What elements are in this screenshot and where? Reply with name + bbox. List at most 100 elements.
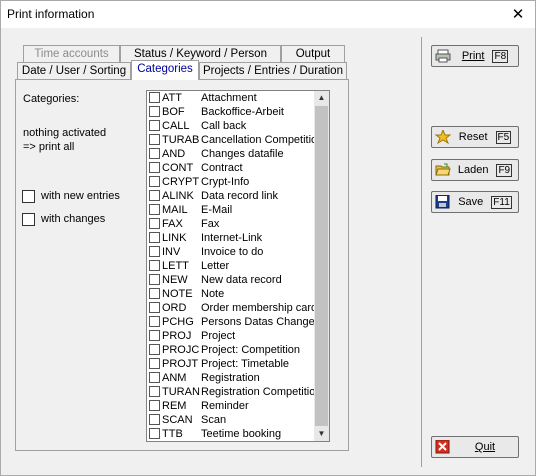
category-checkbox[interactable] xyxy=(149,134,160,145)
scroll-up-icon[interactable]: ▲ xyxy=(314,91,329,105)
category-checkbox[interactable] xyxy=(149,246,160,257)
category-row[interactable]: ALINK Data record link xyxy=(147,189,314,203)
category-description: Attachment xyxy=(201,92,257,104)
category-description: Registration xyxy=(201,372,260,384)
category-row[interactable]: PROJT Project: Timetable xyxy=(147,357,314,371)
category-description: Scan xyxy=(201,414,227,426)
category-checkbox[interactable] xyxy=(149,302,160,313)
category-row[interactable]: ATT Attachment xyxy=(147,91,314,105)
category-checkbox[interactable] xyxy=(149,190,160,201)
category-checkbox[interactable] xyxy=(149,428,160,439)
category-row[interactable]: FAX Fax xyxy=(147,217,314,231)
category-code: BOF xyxy=(162,106,185,118)
category-checkbox[interactable] xyxy=(149,176,160,187)
category-description: Persons Datas Changes xyxy=(201,316,314,328)
categories-listbox[interactable]: ATT Attachment BOF Backoffice-Arbeit CALL Cal… xyxy=(146,90,330,442)
category-code: ALINK xyxy=(162,190,194,202)
category-row[interactable]: TTB Teetime booking xyxy=(147,427,314,441)
category-row[interactable]: LINK Internet-Link xyxy=(147,231,314,245)
category-row[interactable]: SCAN Scan xyxy=(147,413,314,427)
tab-date-user-sorting[interactable]: Date / User / Sorting xyxy=(17,62,131,80)
category-description: Order membership card xyxy=(201,302,314,314)
open-folder-icon xyxy=(435,163,451,176)
category-code: CRYPT xyxy=(162,176,200,188)
category-row[interactable]: TURAB Cancellation Competition xyxy=(147,133,314,147)
category-checkbox[interactable] xyxy=(149,120,160,131)
category-description: Note xyxy=(201,288,225,300)
category-checkbox[interactable] xyxy=(149,288,160,299)
save-button[interactable]: Save F11 xyxy=(431,191,519,213)
category-checkbox[interactable] xyxy=(149,232,160,243)
category-checkbox[interactable] xyxy=(149,414,160,425)
category-checkbox[interactable] xyxy=(149,386,160,397)
category-checkbox[interactable] xyxy=(149,148,160,159)
reset-label: Reset xyxy=(458,131,488,143)
category-description: Project: Competition xyxy=(201,344,301,356)
reset-button[interactable]: Reset F5 xyxy=(431,126,519,148)
with-new-entries-checkbox[interactable] xyxy=(22,190,35,203)
category-checkbox[interactable] xyxy=(149,218,160,229)
window-title: Print information xyxy=(7,7,95,21)
category-checkbox[interactable] xyxy=(149,358,160,369)
category-code: ATT xyxy=(162,92,182,104)
scroll-thumb[interactable] xyxy=(315,106,328,426)
category-checkbox[interactable] xyxy=(149,92,160,103)
tab-categories[interactable]: Categories xyxy=(131,60,199,80)
category-row[interactable]: CALL Call back xyxy=(147,119,314,133)
tab-projects-entries-duration[interactable]: Projects / Entries / Duration xyxy=(199,62,347,80)
category-checkbox[interactable] xyxy=(149,162,160,173)
category-description: Reminder xyxy=(201,400,249,412)
category-row[interactable]: ANM Registration xyxy=(147,371,314,385)
category-checkbox[interactable] xyxy=(149,344,160,355)
category-row[interactable]: LETT Letter xyxy=(147,259,314,273)
category-checkbox[interactable] xyxy=(149,316,160,327)
category-row[interactable]: REM Reminder xyxy=(147,399,314,413)
category-checkbox[interactable] xyxy=(149,260,160,271)
tab-output[interactable]: Output xyxy=(281,45,345,63)
category-checkbox[interactable] xyxy=(149,400,160,411)
scroll-down-icon[interactable]: ▼ xyxy=(314,427,329,441)
category-row[interactable]: CRYPT Crypt-Info xyxy=(147,175,314,189)
list-scrollbar[interactable]: ▲ ▼ xyxy=(314,91,329,441)
category-row[interactable]: PROJ Project xyxy=(147,329,314,343)
category-code: REM xyxy=(162,400,187,412)
category-code: CALL xyxy=(162,120,190,132)
print-button[interactable]: Print F8 xyxy=(431,45,519,67)
category-row[interactable]: MAIL E-Mail xyxy=(147,203,314,217)
category-description: Cancellation Competition xyxy=(201,134,314,146)
with-changes-checkbox[interactable] xyxy=(22,213,35,226)
category-checkbox[interactable] xyxy=(149,372,160,383)
status-line-1: nothing activated xyxy=(23,127,107,139)
button-sidebar xyxy=(421,37,531,467)
reset-shortcut: F5 xyxy=(495,131,512,144)
with-changes-label: with changes xyxy=(41,213,106,225)
laden-shortcut: F9 xyxy=(496,164,513,177)
laden-button[interactable]: Laden F9 xyxy=(431,159,519,181)
category-code: CONT xyxy=(162,162,194,174)
quit-icon xyxy=(435,440,450,454)
category-description: Call back xyxy=(201,120,247,132)
category-row[interactable]: TURAN Registration Competition xyxy=(147,385,314,399)
category-checkbox[interactable] xyxy=(149,330,160,341)
category-row[interactable]: ORD Order membership card xyxy=(147,301,314,315)
category-checkbox[interactable] xyxy=(149,106,160,117)
category-row[interactable]: NEW New data record xyxy=(147,273,314,287)
category-row[interactable]: PROJC Project: Competition xyxy=(147,343,314,357)
category-row[interactable]: BOF Backoffice-Arbeit xyxy=(147,105,314,119)
category-row[interactable]: AND Changes datafile xyxy=(147,147,314,161)
close-icon[interactable]: ✕ xyxy=(501,1,535,28)
category-description: Letter xyxy=(201,260,230,272)
category-checkbox[interactable] xyxy=(149,204,160,215)
quit-button[interactable]: Quit xyxy=(431,436,519,458)
category-description: Contract xyxy=(201,162,243,174)
category-code: TURAB xyxy=(162,134,200,146)
category-row[interactable]: INV Invoice to do xyxy=(147,245,314,259)
category-checkbox[interactable] xyxy=(149,274,160,285)
category-code: INV xyxy=(162,246,181,258)
category-row[interactable]: CONT Contract xyxy=(147,161,314,175)
category-description: Project xyxy=(201,330,236,342)
category-row[interactable]: PCHG Persons Datas Changes xyxy=(147,315,314,329)
category-row[interactable]: NOTE Note xyxy=(147,287,314,301)
tab-time-accounts[interactable]: Time accounts xyxy=(23,45,120,63)
with-new-entries-label: with new entries xyxy=(41,190,120,202)
